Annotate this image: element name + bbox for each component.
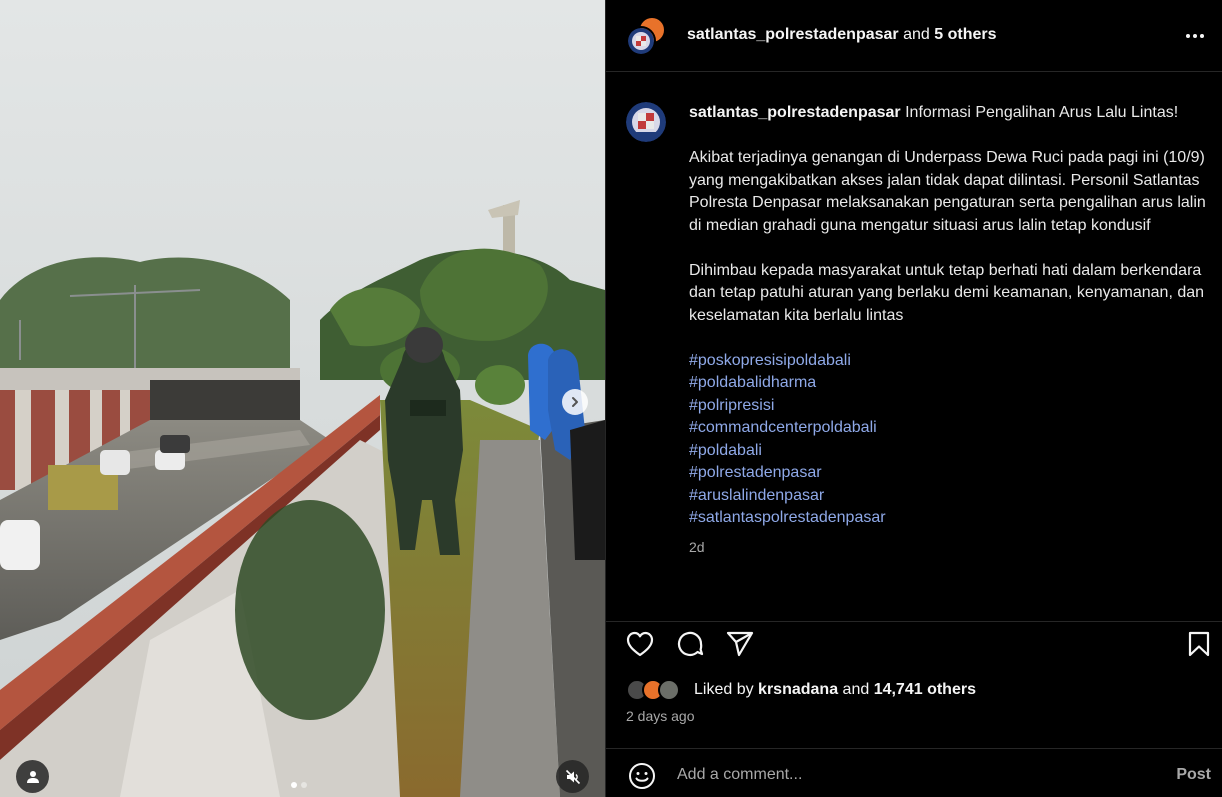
likes-text: Liked by krsnadana and 14,741 others bbox=[694, 681, 976, 699]
post-comment-button[interactable]: Post bbox=[1176, 766, 1211, 784]
hashtag-link[interactable]: #commandcenterpoldabali bbox=[689, 417, 1219, 440]
likes-prefix: Liked by bbox=[694, 681, 759, 698]
slide-dot bbox=[301, 782, 307, 788]
collaborators-link[interactable]: 5 others bbox=[934, 26, 996, 43]
liker-username-link[interactable]: krsnadana bbox=[758, 681, 838, 698]
caption-paragraph: Dihimbau kepada masyarakat untuk tetap b… bbox=[689, 261, 1205, 324]
likes-summary: Liked by krsnadana and 14,741 others bbox=[626, 677, 976, 703]
post-actions bbox=[606, 621, 1222, 665]
post-authors: satlantas_polrestadenpasar and 5 others bbox=[687, 25, 997, 45]
post-video-frame bbox=[0, 0, 605, 797]
likes-and-text: and bbox=[838, 681, 874, 698]
hashtag-link[interactable]: #poldabalidharma bbox=[689, 372, 1219, 395]
comment-input[interactable] bbox=[677, 761, 1147, 789]
comment-button[interactable] bbox=[674, 628, 706, 660]
emoji-icon bbox=[629, 763, 655, 789]
unmute-button[interactable] bbox=[556, 760, 589, 793]
liker-avatars bbox=[626, 677, 690, 703]
hashtag-link[interactable]: #polrestadenpasar bbox=[689, 462, 1219, 485]
collab-avatars[interactable] bbox=[626, 16, 666, 56]
share-button[interactable] bbox=[724, 628, 756, 660]
more-options-button[interactable] bbox=[1183, 24, 1207, 48]
caption-first-line: satlantas_polrestadenpasar Informasi Pen… bbox=[689, 102, 1219, 125]
next-slide-button[interactable] bbox=[562, 389, 588, 415]
post-media[interactable] bbox=[0, 0, 605, 797]
authors-and-text: and bbox=[898, 26, 935, 43]
comment-composer: Post bbox=[606, 748, 1222, 797]
muted-speaker-icon bbox=[565, 769, 580, 784]
save-button[interactable] bbox=[1183, 628, 1215, 660]
user-tag-icon bbox=[26, 770, 39, 783]
hashtag-link[interactable]: #polripresisi bbox=[689, 395, 1219, 418]
chevron-right-icon bbox=[572, 397, 578, 407]
likes-count-link[interactable]: 14,741 others bbox=[874, 681, 976, 698]
caption-text: satlantas_polrestadenpasar Informasi Pen… bbox=[689, 102, 1219, 558]
hashtag-list: #poskopresisipoldabali #poldabalidharma … bbox=[689, 350, 1219, 530]
post-date[interactable]: 2 days ago bbox=[626, 708, 695, 724]
caption-username-link[interactable]: satlantas_polrestadenpasar bbox=[689, 104, 901, 121]
post-header: satlantas_polrestadenpasar and 5 others bbox=[606, 0, 1222, 72]
post-details-panel: satlantas_polrestadenpasar and 5 others … bbox=[605, 0, 1222, 797]
avatar bbox=[626, 26, 656, 56]
slide-dot-active bbox=[291, 782, 297, 788]
more-horizontal-icon bbox=[1186, 34, 1204, 38]
slide-indicator bbox=[291, 782, 307, 788]
caption-age[interactable]: 2d bbox=[689, 536, 1219, 559]
bookmark-icon bbox=[1188, 631, 1210, 657]
caption-paragraph: Akibat terjadinya genangan di Underpass … bbox=[689, 149, 1206, 234]
heart-icon bbox=[626, 631, 654, 657]
caption-avatar[interactable] bbox=[626, 102, 666, 142]
like-button[interactable] bbox=[624, 628, 656, 660]
hashtag-link[interactable]: #poldabali bbox=[689, 440, 1219, 463]
caption-title: Informasi Pengalihan Arus Lalu Lintas! bbox=[905, 104, 1179, 121]
comment-icon bbox=[677, 631, 704, 657]
hashtag-link[interactable]: #aruslalindenpasar bbox=[689, 485, 1219, 508]
tagged-users-button[interactable] bbox=[16, 760, 49, 793]
hashtag-link[interactable]: #poskopresisipoldabali bbox=[689, 350, 1219, 373]
hashtag-link[interactable]: #satlantaspolrestadenpasar bbox=[689, 507, 1219, 530]
avatar bbox=[658, 679, 680, 701]
author-username-link[interactable]: satlantas_polrestadenpasar bbox=[687, 26, 899, 43]
emoji-button[interactable] bbox=[626, 760, 658, 792]
share-icon bbox=[726, 631, 754, 657]
